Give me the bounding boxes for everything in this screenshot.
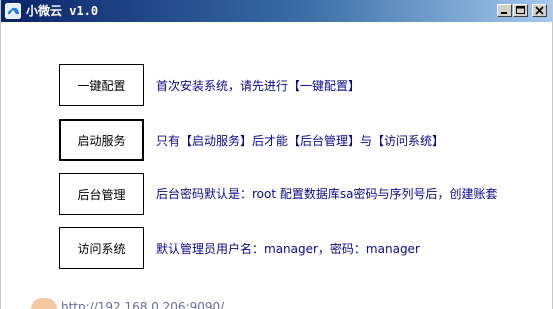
maximize-button[interactable]	[513, 4, 528, 17]
cloud-app-icon	[5, 3, 21, 19]
user-avatar-icon	[31, 298, 57, 309]
start-service-button[interactable]: 启动服务	[59, 119, 144, 161]
visit-system-description: 默认管理员用户名：manager，密码：manager	[156, 242, 420, 256]
start-service-description: 只有【启动服务】后才能【后台管理】与【访问系统】	[156, 134, 445, 148]
backend-admin-description: 后台密码默认是：root 配置数据库sa密码与序列号后，创建账套	[156, 187, 498, 201]
one-click-config-button[interactable]: 一键配置	[59, 64, 144, 106]
minimize-button[interactable]	[497, 4, 512, 17]
app-window: 小微云 v1.0 一键配置 首次安装系统，请先进行【一键配置】 启动服务 只有【…	[0, 0, 553, 309]
visit-system-button[interactable]: 访问系统	[59, 227, 144, 269]
close-icon	[535, 6, 544, 15]
close-button[interactable]	[532, 4, 547, 17]
title-bar[interactable]: 小微云 v1.0	[1, 0, 552, 22]
window-title: 小微云 v1.0	[26, 4, 99, 18]
footer-link-row: http://192.168.0.206:9090/	[1, 298, 552, 309]
system-url-link[interactable]: http://192.168.0.206:9090/	[61, 298, 224, 309]
minimize-icon	[501, 12, 507, 14]
maximize-icon	[516, 6, 525, 14]
backend-admin-button[interactable]: 后台管理	[59, 173, 144, 215]
one-click-config-description: 首次安装系统，请先进行【一键配置】	[156, 79, 361, 93]
